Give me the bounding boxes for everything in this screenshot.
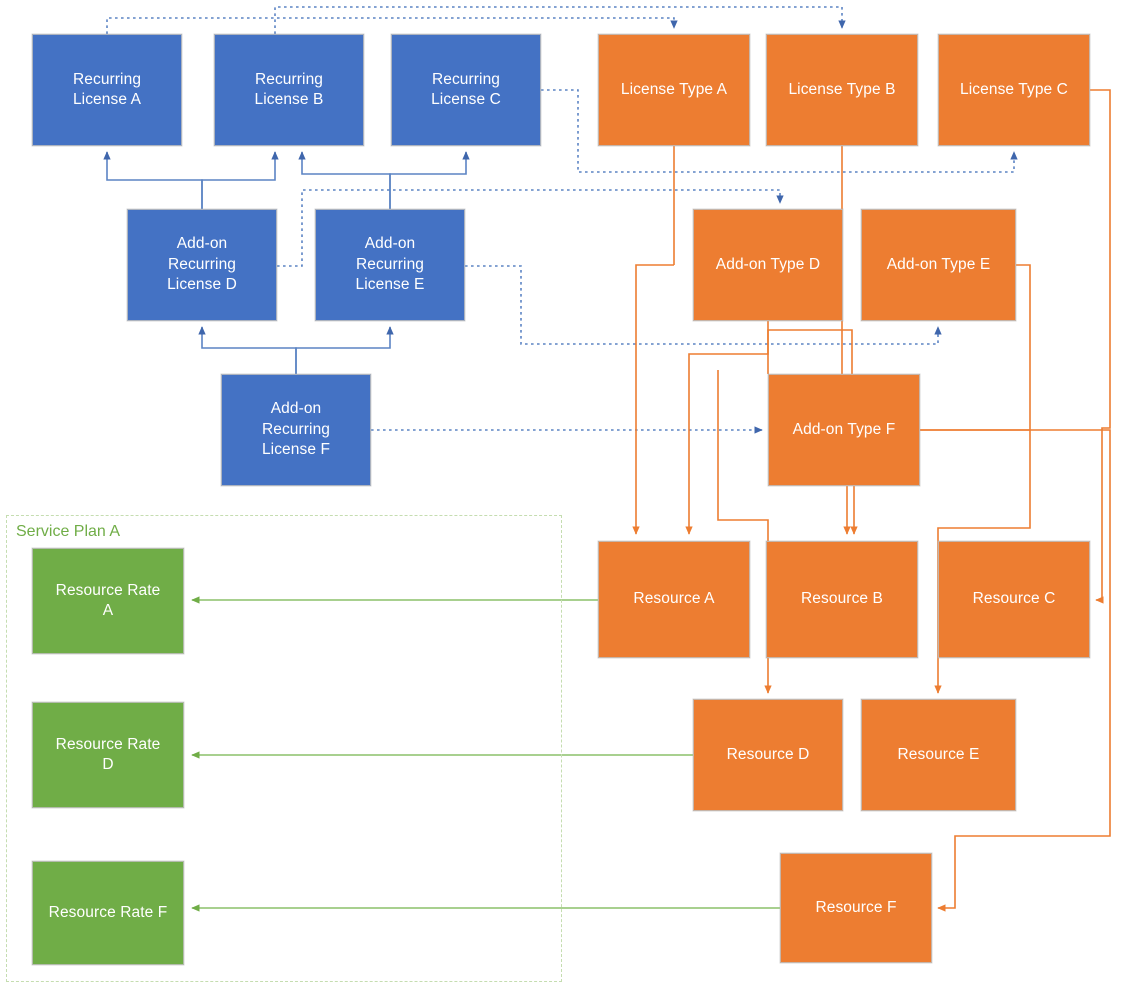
node-recurring-license-c[interactable]: Recurring License C [391, 34, 541, 146]
node-addon-type-d[interactable]: Add-on Type D [693, 209, 843, 321]
node-license-type-a[interactable]: License Type A [598, 34, 750, 146]
diagram-canvas: Service Plan A Recurring License A Recur… [0, 0, 1129, 987]
node-resource-rate-a[interactable]: Resource Rate A [32, 548, 184, 654]
node-resource-e[interactable]: Resource E [861, 699, 1016, 811]
node-license-type-b[interactable]: License Type B [766, 34, 918, 146]
node-resource-rate-d[interactable]: Resource Rate D [32, 702, 184, 808]
node-resource-d[interactable]: Resource D [693, 699, 843, 811]
node-recurring-license-b[interactable]: Recurring License B [214, 34, 364, 146]
node-addon-recurring-license-e[interactable]: Add-on Recurring License E [315, 209, 465, 321]
node-addon-type-f[interactable]: Add-on Type F [768, 374, 920, 486]
node-addon-type-e[interactable]: Add-on Type E [861, 209, 1016, 321]
node-recurring-license-a[interactable]: Recurring License A [32, 34, 182, 146]
node-resource-b[interactable]: Resource B [766, 541, 918, 658]
node-resource-rate-f[interactable]: Resource Rate F [32, 861, 184, 965]
node-addon-recurring-license-f[interactable]: Add-on Recurring License F [221, 374, 371, 486]
node-license-type-c[interactable]: License Type C [938, 34, 1090, 146]
node-resource-f[interactable]: Resource F [780, 853, 932, 963]
node-resource-a[interactable]: Resource A [598, 541, 750, 658]
node-addon-recurring-license-d[interactable]: Add-on Recurring License D [127, 209, 277, 321]
node-resource-c[interactable]: Resource C [938, 541, 1090, 658]
group-service-plan-a-label: Service Plan A [16, 523, 121, 540]
